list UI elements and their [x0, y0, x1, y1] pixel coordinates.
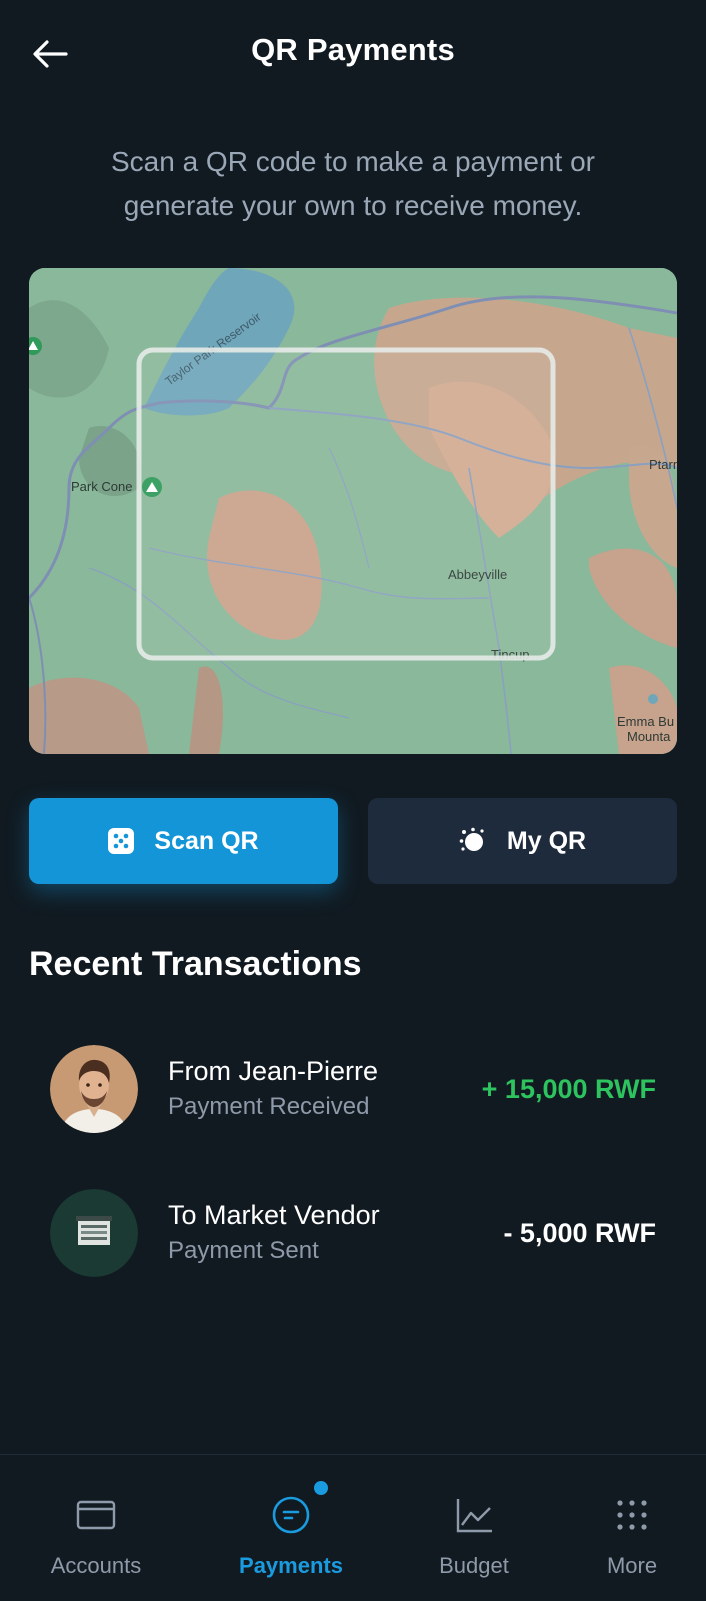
header: QR Payments [0, 0, 706, 108]
map-label-park-cone: Park Cone [71, 479, 132, 494]
qr-code-icon [459, 827, 484, 851]
scan-frame [136, 347, 556, 661]
transaction-type: Payment Sent [168, 1237, 319, 1264]
scan-qr-button[interactable]: Scan QR [29, 798, 338, 884]
card-icon [76, 1500, 116, 1530]
page-title: QR Payments [251, 32, 455, 67]
nav-label: More [606, 1553, 658, 1578]
nav-label: Payments [239, 1553, 343, 1578]
transaction-item[interactable]: To Market Vendor Payment Sent - 5,000 RW… [50, 1188, 656, 1278]
transaction-amount: - 5,000 RWF [503, 1217, 656, 1248]
nav-item-accounts[interactable]: Accounts [21, 1455, 171, 1601]
nav-item-more[interactable]: More [557, 1455, 706, 1601]
my-qr-label: My QR [506, 826, 587, 855]
map-label-ptarm: Ptarm [649, 457, 677, 472]
shop-icon [50, 1189, 138, 1277]
chart-icon [456, 1499, 492, 1533]
map-label-emma-1: Emma Bu [617, 714, 674, 729]
transaction-name: To Market Vendor [168, 1200, 380, 1230]
transaction-amount: + 15,000 RWF [481, 1073, 656, 1104]
nav-item-budget[interactable]: Budget [399, 1455, 549, 1601]
person-avatar [50, 1045, 138, 1133]
grid-dots-icon [617, 1500, 647, 1530]
nav-item-payments[interactable]: Payments [216, 1455, 366, 1601]
qr-scan-icon [108, 828, 135, 854]
recent-transactions-heading: Recent Transactions [29, 945, 362, 983]
nav-label: Budget [439, 1553, 509, 1578]
map-label-emma-2: Mounta [627, 729, 671, 744]
my-qr-button[interactable]: My QR [368, 798, 677, 884]
payments-icon [272, 1496, 310, 1534]
bottom-navigation: Accounts Payments Budget More [0, 1454, 706, 1601]
transaction-item[interactable]: From Jean-Pierre Payment Received + 15,0… [50, 1044, 656, 1134]
transaction-name: From Jean-Pierre [168, 1056, 379, 1086]
nav-label: Accounts [50, 1553, 142, 1578]
scan-qr-label: Scan QR [154, 826, 259, 855]
qr-scanner-viewfinder[interactable]: Taylor Park Reservoir Park Cone Abbeyvil… [29, 268, 677, 754]
transaction-type: Payment Received [168, 1093, 370, 1120]
notification-dot [314, 1481, 328, 1495]
page-subtitle: Scan a QR code to make a payment or gene… [110, 146, 596, 221]
